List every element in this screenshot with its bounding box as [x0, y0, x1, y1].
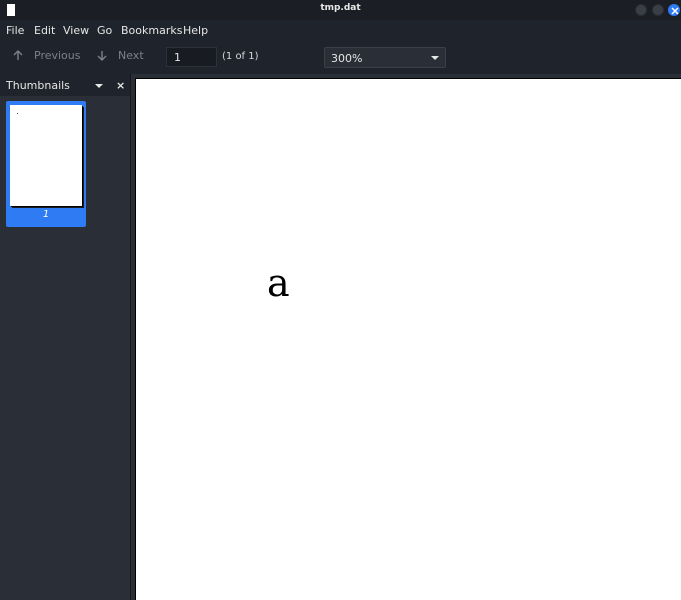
toolbar: Previous Next (1 of 1) 300%: [0, 42, 681, 74]
page-number-input[interactable]: [166, 47, 217, 67]
maximize-button[interactable]: [652, 4, 664, 16]
sidebar: Thumbnails × 1: [0, 74, 131, 600]
menu-edit[interactable]: Edit: [34, 24, 55, 37]
thumbnail-text-mark: [17, 113, 18, 114]
arrow-down-icon: [97, 51, 107, 61]
thumbnail-label: 1: [42, 209, 50, 220]
window-title: tmp.dat: [320, 3, 361, 13]
close-icon: [671, 7, 679, 15]
previous-page-button[interactable]: Previous: [13, 49, 81, 62]
next-label: Next: [118, 49, 144, 62]
menu-bookmarks[interactable]: Bookmarks: [121, 24, 182, 37]
sidebar-close-button[interactable]: ×: [116, 79, 125, 92]
chevron-down-icon: [431, 56, 439, 60]
document-view[interactable]: a: [131, 74, 681, 600]
pdf-viewer-window: tmp.dat File Edit View Go Bookmarks Help…: [0, 0, 681, 600]
document-page: a: [135, 78, 681, 600]
menu-go[interactable]: Go: [97, 24, 112, 37]
thumbnail-list[interactable]: 1: [0, 96, 131, 600]
thumbnail-page-preview: [10, 105, 82, 206]
arrow-up-icon: [13, 50, 23, 60]
next-page-button[interactable]: Next: [97, 49, 144, 62]
menu-file[interactable]: File: [6, 24, 24, 37]
title-bar: tmp.dat: [0, 0, 681, 20]
menu-bar: File Edit View Go Bookmarks Help: [0, 20, 681, 42]
minimize-button[interactable]: [635, 4, 647, 16]
page-text: a: [267, 261, 290, 305]
thumbnail-item[interactable]: 1: [6, 101, 86, 227]
close-window-button[interactable]: [668, 4, 680, 16]
zoom-select[interactable]: 300%: [324, 47, 446, 68]
menu-view[interactable]: View: [63, 24, 89, 37]
sidebar-header: Thumbnails ×: [0, 74, 131, 96]
zoom-value: 300%: [331, 52, 363, 65]
previous-label: Previous: [34, 49, 81, 62]
sidebar-mode-dropdown[interactable]: [95, 84, 103, 88]
page-count: (1 of 1): [222, 51, 259, 62]
sidebar-title: Thumbnails: [6, 79, 70, 92]
menu-help[interactable]: Help: [183, 24, 208, 37]
